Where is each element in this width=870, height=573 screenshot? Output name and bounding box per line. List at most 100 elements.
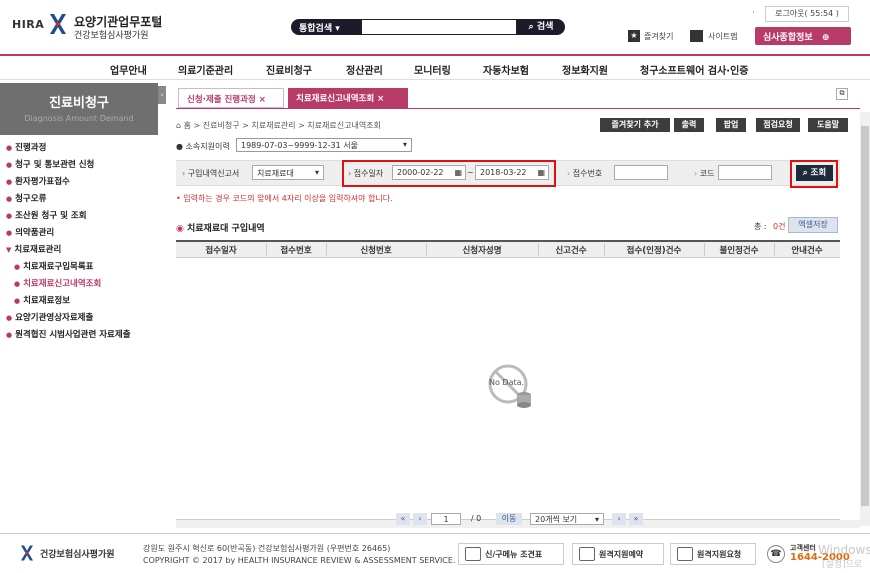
tab-report-inquiry[interactable]: 치료재료신고내역조회 × xyxy=(288,88,408,108)
nav-item-settlement[interactable]: 정산관리 xyxy=(346,62,383,77)
nav-item-claim[interactable]: 진료비청구 xyxy=(266,62,312,77)
nav-item-auto-insurance[interactable]: 자동차보험 xyxy=(483,62,529,77)
search-input[interactable] xyxy=(361,19,517,35)
input-hint: • 입력하는 경우 코드의 앞에서 4자리 이상을 입력하셔야 합니다. xyxy=(176,194,393,203)
hira-logo-icon xyxy=(50,14,66,34)
calendar-icon[interactable]: ▦ xyxy=(454,168,462,177)
close-icon[interactable]: × xyxy=(377,94,384,104)
column-header[interactable]: 접수일자 xyxy=(176,244,266,256)
page-total: / 0 xyxy=(470,514,482,523)
print-button[interactable]: 출력 xyxy=(674,118,704,132)
remote-support-reserve-button[interactable]: 원격지원예약 xyxy=(572,543,664,565)
portal-subtitle: 건강보험심사평가원 xyxy=(74,31,149,41)
page-size-select[interactable]: 20개씩 보기 ▾ xyxy=(530,513,604,525)
hira-logo-text[interactable]: HIRA xyxy=(12,18,44,31)
home-icon: ⌂ xyxy=(176,121,182,130)
last-page-icon[interactable]: » xyxy=(629,513,643,525)
column-header[interactable]: 신고건수 xyxy=(538,244,604,256)
column-header[interactable]: 신청자성명 xyxy=(426,244,538,256)
sidebar-item-patient-eval[interactable]: ● 환자평가표접수 xyxy=(6,175,70,187)
query-button[interactable]: ⌕ 조회 xyxy=(796,165,833,181)
session-dot-icon: · xyxy=(752,8,755,18)
chevron-down-icon: ▼ xyxy=(6,246,12,254)
search-icon: ⌕ xyxy=(802,168,808,178)
tab-progress[interactable]: 신청·제출 진행과정 × xyxy=(178,88,284,108)
exam-info-button[interactable]: 심사종합정보 ⊕ xyxy=(755,27,851,45)
nav-item-software-cert[interactable]: 청구소프트웨어 검사·인증 xyxy=(640,62,748,77)
report-type-select[interactable]: 치료재료대 ▾ xyxy=(252,165,324,180)
list-title: ◉ 치료재료대 구입내역 xyxy=(176,224,265,234)
chevron-down-icon: ▾ xyxy=(594,515,599,524)
sidebar-item-image-submit[interactable]: ● 요양기관영상자료제출 xyxy=(6,311,93,323)
nav-item-monitoring[interactable]: 모니터링 xyxy=(414,62,451,77)
sitemap-link[interactable]: 사이트맵 xyxy=(708,31,737,42)
nav-item-guide[interactable]: 업무안내 xyxy=(110,62,147,77)
windows-activation-watermark-sub: [설정]으로 xyxy=(822,560,863,570)
footer-org-name: 건강보험심사평가원 xyxy=(40,550,115,560)
sidebar-subitem-report-inquiry[interactable]: ● 치료재료신고내역조회 xyxy=(14,277,101,289)
arrow-right-icon: ⊕ xyxy=(821,33,830,43)
sidebar-item-drug[interactable]: ● 의약품관리 xyxy=(6,226,54,238)
sidebar-item-telemedicine[interactable]: ● 원격협진 시범사업관련 자료제출 xyxy=(6,328,131,340)
org-history-select[interactable]: 1989-07-03~9999-12-31 서울 ▾ xyxy=(236,138,412,152)
page-move-button[interactable]: 이동 xyxy=(496,513,522,525)
sidebar-item-material[interactable]: ▼ 치료재료관리 xyxy=(6,243,61,255)
next-page-icon[interactable]: › xyxy=(612,513,626,525)
menu-map-button[interactable]: 신/구메뉴 조견표 xyxy=(458,543,564,565)
column-header[interactable]: 접수번호 xyxy=(266,244,326,256)
footer-logo-icon xyxy=(21,545,33,561)
window-restore-icon[interactable]: ⧉ xyxy=(836,88,848,100)
receipt-number-input[interactable] xyxy=(614,165,668,180)
date-to-input[interactable]: 2018-03-22 ▦ xyxy=(475,165,549,180)
windows-activation-watermark: Windows xyxy=(818,543,870,557)
footer-address: 강원도 원주시 혁신로 60(반곡동) 건강보험심사평가원 (우편번호 2646… xyxy=(143,544,391,553)
bullet-icon: ● xyxy=(14,280,21,288)
column-header[interactable]: 불인정건수 xyxy=(704,244,774,256)
sidebar-item-midwife[interactable]: ● 조산원 청구 및 조회 xyxy=(6,209,87,221)
prev-page-icon[interactable]: ‹ xyxy=(413,513,427,525)
favorites-link[interactable]: 즐겨찾기 xyxy=(644,31,673,42)
chevron-down-icon: ▾ xyxy=(402,140,407,149)
tab-divider xyxy=(176,108,860,109)
headset-icon: ☎ xyxy=(767,545,785,563)
column-header[interactable]: 접수(인정)건수 xyxy=(604,244,704,256)
sidebar-item-progress[interactable]: ● 진행과정 xyxy=(6,141,46,153)
bullet-icon: ● xyxy=(6,314,13,322)
bullet-icon: ● xyxy=(14,297,21,305)
star-icon[interactable]: ★ xyxy=(628,30,640,42)
sidebar-subitem-purchase-list[interactable]: ● 치료재료구입목록표 xyxy=(14,260,94,272)
bullet-icon: ● xyxy=(6,144,13,152)
search-category-select[interactable]: 통합검색 ▾ xyxy=(291,19,361,35)
column-header[interactable]: 안내건수 xyxy=(774,244,840,256)
sidebar-item-claim-request[interactable]: ● 청구 및 통보관련 신청 xyxy=(6,158,94,170)
bullet-icon: ● xyxy=(6,212,13,220)
popup-button[interactable]: 팝업 xyxy=(716,118,746,132)
add-favorite-button[interactable]: 즐겨찾기 추가 xyxy=(600,118,670,132)
nav-item-it-support[interactable]: 정보화지원 xyxy=(562,62,608,77)
sidebar-subitem-material-info[interactable]: ● 치료재료정보 xyxy=(14,294,70,306)
remote-support-request-button[interactable]: 원격지원요청 xyxy=(670,543,756,565)
sitemap-icon[interactable] xyxy=(690,30,703,42)
search-button[interactable]: ⌕ 검색 xyxy=(517,19,565,35)
date-from-input[interactable]: 2000-02-22 ▦ xyxy=(392,165,466,180)
footer-copyright: COPYRIGHT © 2017 by HEALTH INSURANCE REV… xyxy=(143,556,456,565)
excel-save-button[interactable]: 엑셀저장 xyxy=(788,217,838,233)
code-input[interactable] xyxy=(718,165,772,180)
check-request-button[interactable]: 점검요청 xyxy=(756,118,800,132)
column-header[interactable]: 신청번호 xyxy=(326,244,426,256)
sidebar-item-claim-error[interactable]: ● 청구오류 xyxy=(6,192,46,204)
nav-item-medical-standard[interactable]: 의료기준관리 xyxy=(178,62,233,77)
sidebar-collapse-button[interactable]: ‹ xyxy=(158,86,166,104)
report-type-label: › 구입내역신고서 xyxy=(182,169,240,178)
bullet-icon: ● xyxy=(6,195,13,203)
logout-button[interactable]: 로그아웃( 55:54 ) xyxy=(765,6,849,22)
calendar-icon[interactable]: ▦ xyxy=(537,168,545,177)
bullet-icon: ● xyxy=(14,263,21,271)
search-icon: ⌕ xyxy=(528,22,534,32)
close-icon[interactable]: × xyxy=(259,95,266,105)
first-page-icon[interactable]: « xyxy=(396,513,410,525)
help-button[interactable]: 도움말 xyxy=(808,118,848,132)
vertical-scroll-thumb[interactable] xyxy=(861,126,869,506)
page-number-input[interactable]: 1 xyxy=(431,513,461,525)
bullet-icon: ◉ xyxy=(176,224,184,234)
